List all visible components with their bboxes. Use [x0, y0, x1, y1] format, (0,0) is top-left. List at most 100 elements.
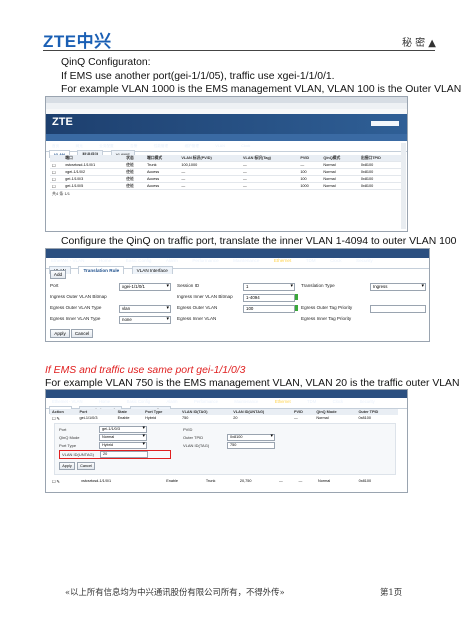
table-cell: — [240, 168, 299, 176]
table-row[interactable]: ☐ xgei-1/1/0/2 使能 Access — — 100 Normal … [50, 168, 402, 176]
tab-vlan-interface[interactable]: VLAN Interface [131, 266, 173, 274]
cancel-button[interactable]: Cancel [77, 462, 95, 470]
qinq-mode-select[interactable]: Normal [99, 434, 147, 441]
add-button[interactable]: Add [50, 270, 66, 279]
table-row[interactable]: ☐ ✎ gei-1/1/0/3 Enable Hybrid 750 20 — N… [50, 415, 398, 421]
ingress-inner-bitmap-label: Ingress Inner VLAN Bitmap [177, 294, 233, 299]
main-nav: Ethernet - VLAN Home Basic Config Alarm … [46, 390, 407, 404]
tab-bar: VLAN 翻译规则 VLANIF [46, 143, 407, 159]
table-cell: 0x8100 [358, 416, 371, 420]
egress-inner-priority-label: Egress Inner Tag Priority [301, 316, 352, 321]
table-cell: 1000 [298, 182, 322, 190]
untag-highlight-box: VLAN ID(UNTAG) 20 [59, 450, 171, 459]
table-cell: Trunk [144, 161, 180, 169]
session-label: Session ID [177, 283, 200, 288]
row-checkbox[interactable]: ☐ [50, 182, 64, 190]
table-cell: Normal [317, 479, 331, 483]
qinq-mode-label: QinQ Mode [59, 435, 80, 440]
table-cell: xstcsrtosd-1/1/0/1 [63, 161, 125, 169]
zte-logo: ZTE中兴 [43, 32, 112, 51]
port-type-select[interactable]: Hybrid [99, 442, 147, 449]
page-number: 第1页 [380, 587, 403, 597]
main-nav: 首页 网元 业务配置 告警 性能管理 维护管理 VLAN Clock [46, 134, 407, 148]
scrollbar[interactable] [401, 143, 406, 229]
row-action-icons[interactable]: ☐ ✎ [50, 478, 79, 484]
table-cell: 20 [233, 416, 238, 420]
egress-outer-priority-input[interactable] [370, 305, 426, 313]
table-cell: 使能 [124, 161, 145, 169]
table-cell: 0x8100 [358, 479, 372, 483]
row-checkbox[interactable]: ☐ [50, 175, 64, 183]
table-cell: 100,1000 [179, 161, 241, 169]
vlan-table: 端口 状态 端口模式 VLAN 标识(PVID) VLAN 标识(Tag) PV… [50, 155, 402, 190]
port-select[interactable]: gei-1/1/0/3 [99, 426, 147, 433]
tab-bar: VLAN Translation Rule VLAN Interface [46, 399, 407, 414]
logout-button[interactable] [371, 121, 399, 126]
screenshot-translation-rule: Ethernet - VLAN Home Basic Config Alarm … [45, 248, 430, 342]
cancel-button[interactable]: Cancel [71, 329, 93, 338]
table-cell: Normal [321, 161, 359, 169]
apply-button[interactable]: Apply [59, 462, 75, 470]
table-row[interactable]: ☐ gei-1/1/0/3 使能 Access — — 100 Normal 0… [50, 175, 402, 183]
para-example-vlan1000: For example VLAN 1000 is the EMS managem… [61, 84, 462, 95]
vlan-tag-label: VLAN ID(TAG) [183, 443, 210, 448]
table-cell: — [179, 168, 241, 176]
vlan-table: Action Port State Port Type VLAN ID(TAG)… [50, 409, 398, 421]
vlan-untag-input[interactable]: 20 [100, 451, 148, 458]
table-cell: 0x8100 [358, 175, 402, 183]
main-nav: Ethernet - VLAN Home Basic Config Alarm … [46, 249, 429, 263]
table-cell: — [293, 416, 298, 420]
tab-translation-rule[interactable]: Translation Rule [78, 266, 125, 274]
header-divider [43, 50, 435, 51]
egress-outer-vlan-input[interactable]: 100 [243, 305, 295, 313]
ingress-outer-bitmap-label: Ingress Outer VLAN Bitmap [50, 294, 107, 299]
pvid-label: PVID [183, 427, 193, 432]
table-row[interactable]: ☐ xstcsrtosd-1/1/0/1 使能 Trunk 100,1000 —… [50, 161, 402, 169]
table-cell: — [298, 161, 322, 169]
port-label: Port [50, 283, 59, 288]
session-select[interactable]: 1 [243, 283, 295, 291]
table-cell: gei-1/1/0/3 [79, 416, 98, 420]
table-row[interactable]: ☐ ✎ xstcsrtosd-1/1/0/1 Enable Trunk 20,7… [50, 478, 398, 484]
para-qinq-title: QinQ Configuraton: [61, 57, 151, 68]
table-cell: Enable [117, 416, 130, 420]
port-type-label: Port Type [59, 443, 77, 448]
outer-tpid-select[interactable]: 0x8100 [227, 434, 275, 441]
table-cell: — [278, 479, 283, 483]
apply-button[interactable]: Apply [50, 329, 70, 338]
table-cell: Access [144, 168, 180, 176]
row-checkbox[interactable]: ☐ [50, 161, 64, 169]
port-select[interactable]: xgei-1/1/0/1 [119, 283, 171, 291]
table-cell: Normal [321, 182, 359, 190]
egress-inner-vlan-label: Egress Inner VLAN [177, 316, 217, 321]
egress-inner-type-select[interactable]: none [119, 316, 171, 324]
translation-type-select[interactable]: Ingress [370, 283, 426, 291]
table-cell: 0x8100 [358, 182, 402, 190]
outer-tpid-label: Outer TPID [183, 435, 204, 440]
secret-label: 秘 密 ▲ [401, 38, 436, 49]
table-cell: xgei-1/1/0/2 [63, 168, 125, 176]
port-label: Port [59, 427, 67, 432]
table-cell: Normal [321, 175, 359, 183]
ingress-inner-bitmap-input[interactable]: 1-4094 [243, 294, 295, 302]
screenshot-vlan-edit: Ethernet - VLAN Home Basic Config Alarm … [45, 389, 408, 493]
row-action-icons[interactable]: ☐ ✎ [50, 415, 77, 421]
para-configure-qinq: Configure the QinQ on traffic port, tran… [61, 236, 457, 247]
app-banner: ZTE [46, 114, 407, 134]
table-cell: — [179, 175, 241, 183]
table-cell: Normal [316, 416, 329, 420]
app-logo: ZTE [52, 116, 73, 128]
table-cell: gei-1/1/0/3 [63, 175, 125, 183]
table-cell: 使能 [124, 182, 145, 190]
egress-outer-type-select[interactable]: vlan [119, 305, 171, 313]
egress-inner-type-label: Egress Inner VLAN Type [50, 316, 101, 321]
table-cell: 750 [182, 416, 189, 420]
table-cell: — [240, 175, 299, 183]
table-cell: 使能 [124, 175, 145, 183]
table-cell: Trunk [205, 479, 216, 483]
valid-indicator [295, 305, 298, 311]
table-cell: — [240, 161, 299, 169]
vlan-tag-input[interactable]: 750 [227, 442, 275, 449]
table-row[interactable]: ☐ gei-1/1/0/5 使能 Access — — 1000 Normal … [50, 182, 402, 190]
row-checkbox[interactable]: ☐ [50, 168, 64, 176]
